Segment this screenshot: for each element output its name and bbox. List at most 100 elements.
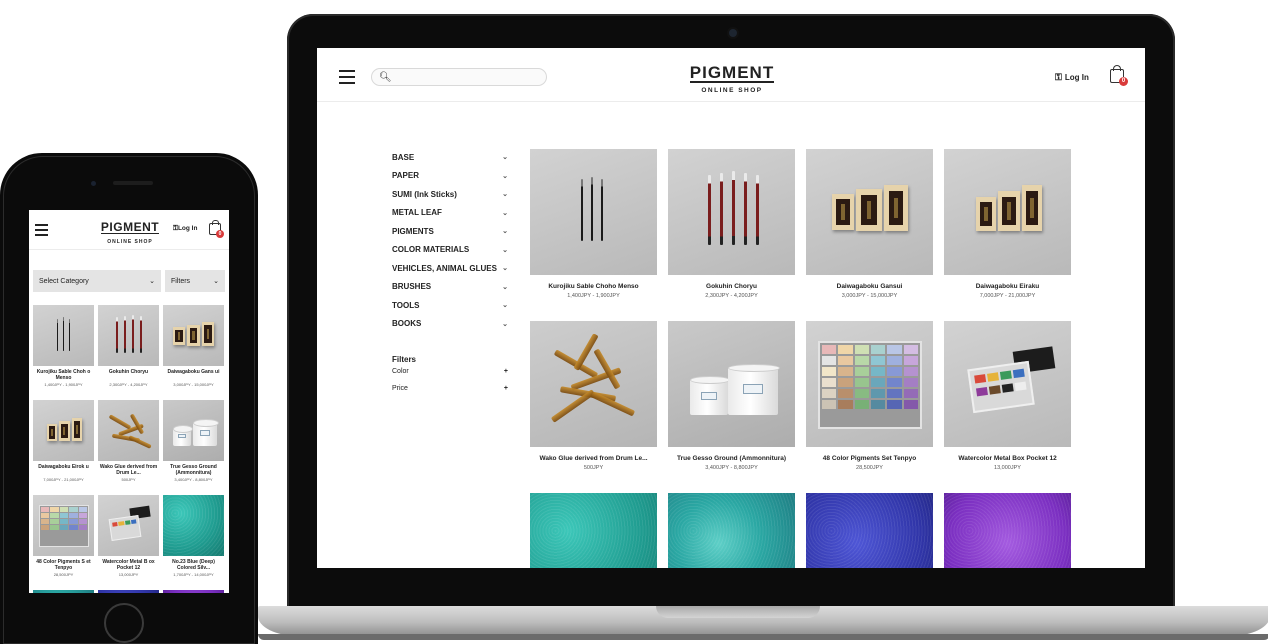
- product-name[interactable]: True Gesso Ground (Ammonnitura): [163, 464, 224, 476]
- filters-select[interactable]: Filters ⌄: [165, 270, 225, 292]
- product-image[interactable]: [33, 495, 94, 556]
- product-image[interactable]: [944, 149, 1071, 275]
- product-card[interactable]: Kurojiku Sable Choho Menso 1,400JPY - 1,…: [530, 149, 657, 299]
- category-item[interactable]: METAL LEAF ⌄: [392, 204, 508, 223]
- product-name[interactable]: Gokuhin Choryu: [98, 369, 159, 381]
- product-image[interactable]: [668, 149, 795, 275]
- filter-color[interactable]: Color +: [392, 368, 508, 381]
- product-card[interactable]: [163, 590, 224, 593]
- product-image[interactable]: [98, 590, 159, 593]
- product-image[interactable]: [98, 400, 159, 461]
- product-name[interactable]: Wako Glue derived from Drum Le...: [98, 464, 159, 476]
- product-card[interactable]: True Gesso Ground (Ammonnitura) 3,400JPY…: [163, 400, 224, 482]
- product-card[interactable]: True Gesso Ground (Ammonnitura) 3,400JPY…: [668, 321, 795, 471]
- product-name[interactable]: Daiwagaboku Eiraku: [944, 283, 1071, 290]
- product-name[interactable]: Daiwagaboku Gans ui: [163, 369, 224, 381]
- category-item[interactable]: VEHICLES, ANIMAL GLUES ⌄: [392, 259, 508, 278]
- product-image[interactable]: [668, 321, 795, 447]
- cart-icon[interactable]: 0: [209, 220, 224, 238]
- chevron-down-icon: ⌄: [149, 278, 155, 285]
- phone-camera: [91, 181, 96, 186]
- category-item[interactable]: COLOR MATERIALS ⌄: [392, 241, 508, 260]
- product-card[interactable]: No.23 Blue (Deep) Colored Silv... 1,700J…: [163, 495, 224, 577]
- product-price: 28,500JPY: [856, 465, 883, 471]
- product-card[interactable]: Daiwagaboku Gans ui 3,000JPY - 15,000JPY: [163, 305, 224, 387]
- category-label: VEHICLES, ANIMAL GLUES: [392, 263, 497, 273]
- product-image[interactable]: [33, 305, 94, 366]
- product-image[interactable]: [944, 493, 1071, 568]
- product-name[interactable]: Gokuhin Choryu: [668, 283, 795, 290]
- product-name[interactable]: 48 Color Pigments S et Tenpyo: [33, 559, 94, 571]
- product-image[interactable]: [668, 493, 795, 568]
- product-card[interactable]: Kurojiku Sable Choh o Menso 1,400JPY - 1…: [33, 305, 94, 387]
- product-name[interactable]: Daiwagaboku Eirok u: [33, 464, 94, 476]
- hamburger-menu-icon[interactable]: [35, 224, 48, 236]
- product-card[interactable]: Wako Glue derived from Drum Le... 500JPY: [530, 321, 657, 471]
- product-image[interactable]: [530, 321, 657, 447]
- product-image[interactable]: [806, 493, 933, 568]
- product-image[interactable]: [163, 305, 224, 366]
- product-name[interactable]: Watercolor Metal Box Pocket 12: [944, 455, 1071, 462]
- category-item[interactable]: SUMI (Ink Sticks) ⌄: [392, 185, 508, 204]
- product-image[interactable]: [806, 149, 933, 275]
- search-input[interactable]: 🔍︎: [371, 68, 547, 86]
- product-name[interactable]: No.23 Blue (Deep) Colored Silv...: [163, 559, 224, 571]
- category-item[interactable]: BOOKS ⌄: [392, 315, 508, 334]
- login-link[interactable]: ⚿Log In: [173, 225, 197, 233]
- chevron-down-icon: ⌄: [502, 302, 508, 310]
- mobile-shop-page: PIGMENT ONLINE SHOP ⚿Log In 0 Select Cat…: [29, 210, 229, 593]
- product-image[interactable]: [163, 590, 224, 593]
- login-link[interactable]: ⚿Log In: [1055, 72, 1089, 83]
- product-card[interactable]: [944, 493, 1071, 568]
- product-image[interactable]: [530, 493, 657, 568]
- product-card[interactable]: [98, 590, 159, 593]
- cart-count-badge: 0: [1119, 77, 1128, 86]
- product-name[interactable]: Daiwagaboku Gansui: [806, 283, 933, 290]
- product-card[interactable]: [668, 493, 795, 568]
- product-name[interactable]: Wako Glue derived from Drum Le...: [530, 455, 657, 462]
- product-card[interactable]: Daiwagaboku Eiraku 7,000JPY - 21,000JPY: [944, 149, 1071, 299]
- cart-icon[interactable]: 0: [1110, 65, 1128, 86]
- product-name[interactable]: Watercolor Metal B ox Pocket 12: [98, 559, 159, 571]
- product-name[interactable]: Kurojiku Sable Choho Menso: [530, 283, 657, 290]
- category-item[interactable]: PAPER ⌄: [392, 167, 508, 186]
- product-image[interactable]: [944, 321, 1071, 447]
- category-item[interactable]: PIGMENTS ⌄: [392, 222, 508, 241]
- product-name[interactable]: 48 Color Pigments Set Tenpyo: [806, 455, 933, 462]
- product-card[interactable]: 48 Color Pigments S et Tenpyo 28,500JPY: [33, 495, 94, 577]
- filter-price[interactable]: Price +: [392, 385, 508, 398]
- product-image[interactable]: [33, 400, 94, 461]
- product-name[interactable]: Kurojiku Sable Choh o Menso: [33, 369, 94, 381]
- product-price: 3,000JPY - 15,000JPY: [173, 382, 214, 387]
- category-select[interactable]: Select Category ⌄: [33, 270, 161, 292]
- product-image[interactable]: [530, 149, 657, 275]
- product-price: 2,300JPY - 4,200JPY: [109, 382, 148, 387]
- product-name[interactable]: True Gesso Ground (Ammonnitura): [668, 455, 795, 462]
- product-card[interactable]: Daiwagaboku Gansui 3,000JPY - 15,000JPY: [806, 149, 933, 299]
- logo[interactable]: PIGMENT ONLINE SHOP: [99, 218, 161, 245]
- product-card[interactable]: Watercolor Metal Box Pocket 12 13,000JPY: [944, 321, 1071, 471]
- product-price: 500JPY: [583, 465, 604, 471]
- plus-icon: +: [503, 368, 508, 375]
- product-image[interactable]: [98, 495, 159, 556]
- product-card[interactable]: [806, 493, 933, 568]
- hamburger-menu-icon[interactable]: [339, 70, 355, 84]
- product-card[interactable]: [33, 590, 94, 593]
- product-card[interactable]: Wako Glue derived from Drum Le... 500JPY: [98, 400, 159, 482]
- product-card[interactable]: Gokuhin Choryu 2,300JPY - 4,200JPY: [98, 305, 159, 387]
- product-card[interactable]: Gokuhin Choryu 2,300JPY - 4,200JPY: [668, 149, 795, 299]
- category-label: COLOR MATERIALS: [392, 245, 470, 255]
- category-item[interactable]: TOOLS ⌄: [392, 296, 508, 315]
- logo[interactable]: PIGMENT ONLINE SHOP: [688, 64, 776, 94]
- category-item[interactable]: BRUSHES ⌄: [392, 278, 508, 297]
- category-item[interactable]: BASE ⌄: [392, 148, 508, 167]
- product-card[interactable]: 48 Color Pigments Set Tenpyo 28,500JPY: [806, 321, 933, 471]
- product-card[interactable]: Watercolor Metal B ox Pocket 12 13,000JP…: [98, 495, 159, 577]
- product-image[interactable]: [163, 400, 224, 461]
- product-image[interactable]: [98, 305, 159, 366]
- product-image[interactable]: [33, 590, 94, 593]
- product-image[interactable]: [163, 495, 224, 556]
- product-card[interactable]: Daiwagaboku Eirok u 7,000JPY - 21,000JPY: [33, 400, 94, 482]
- product-card[interactable]: [530, 493, 657, 568]
- product-image[interactable]: [806, 321, 933, 447]
